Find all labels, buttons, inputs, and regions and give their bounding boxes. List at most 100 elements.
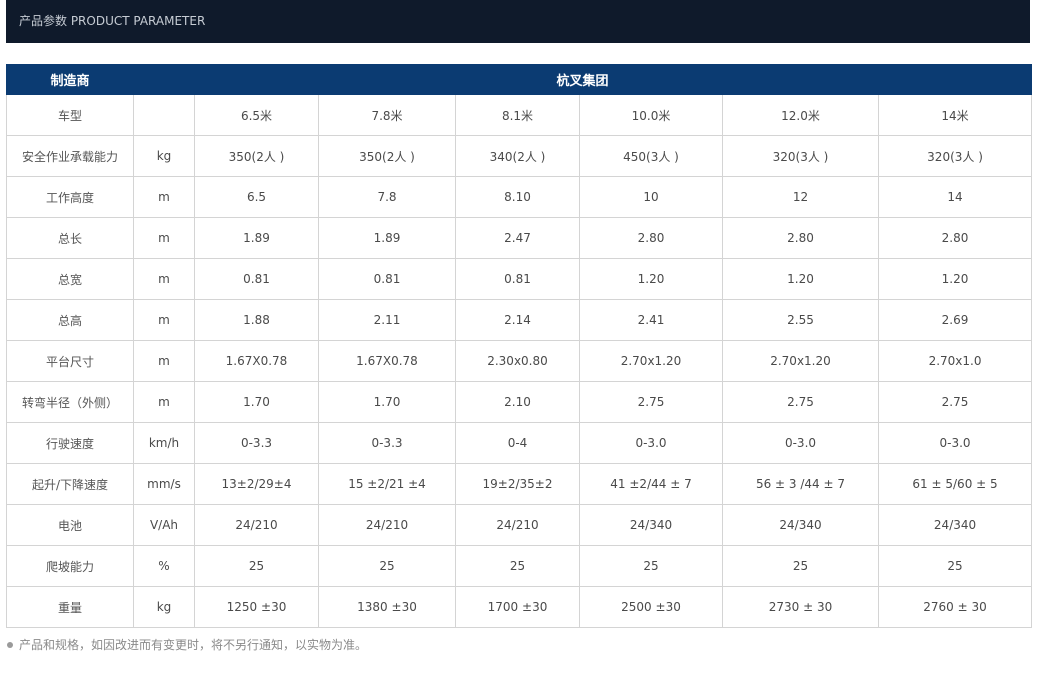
table-cell: 340(2人 ) — [455, 135, 580, 177]
table-cell: 14 — [877, 176, 1033, 218]
table-cell: 1380 ±30 — [318, 586, 456, 628]
table-cell: 1.88 — [194, 299, 319, 341]
manufacturer-label: 制造商 — [6, 64, 134, 95]
row-label: 车型 — [6, 94, 134, 136]
table-cell: 2.75 — [579, 381, 723, 423]
table-cell: 24/210 — [318, 504, 456, 546]
table-cell: 25 — [318, 545, 456, 587]
table-row: 起升/下降速度 mm/s 13±2/29±4 15 ±2/21 ±4 19±2/35±2… — [6, 463, 1033, 505]
table-cell: 2.55 — [722, 299, 879, 341]
table-cell: 2.14 — [455, 299, 580, 341]
table-cell: 7.8 — [318, 176, 456, 218]
table-cell: 2730 ± 30 — [722, 586, 879, 628]
manufacturer-value: 杭叉集团 — [132, 64, 1033, 95]
table-cell: 56 ± 3 /44 ± 7 — [722, 463, 879, 505]
table-cell: 25 — [194, 545, 319, 587]
table-cell: 0-3.0 — [722, 422, 879, 464]
table-cell: 24/210 — [455, 504, 580, 546]
table-cell: 6.5米 — [194, 94, 319, 136]
table-cell: 0.81 — [194, 258, 319, 300]
table-cell: 1.89 — [194, 217, 319, 259]
footnote-text: 产品和规格，如因改进而有变更时，将不另行通知，以实物为准。 — [19, 638, 368, 652]
table-cell: 320(3人 ) — [877, 135, 1033, 177]
table-row: 转弯半径（外侧） m 1.70 1.70 2.10 2.75 2.75 2.75 — [6, 381, 1033, 423]
row-label: 重量 — [6, 586, 134, 628]
table-cell: 7.8米 — [318, 94, 456, 136]
row-unit: % — [133, 545, 195, 587]
row-label: 起升/下降速度 — [6, 463, 134, 505]
row-label: 总宽 — [6, 258, 134, 300]
table-cell: 6.5 — [194, 176, 319, 218]
table-cell: 320(3人 ) — [722, 135, 879, 177]
table-cell: 13±2/29±4 — [194, 463, 319, 505]
table-cell: 2.70x1.20 — [579, 340, 723, 382]
table-cell: 10.0米 — [579, 94, 723, 136]
table-cell: 1250 ±30 — [194, 586, 319, 628]
table-cell: 41 ±2/44 ± 7 — [579, 463, 723, 505]
table-row: 总宽 m 0.81 0.81 0.81 1.20 1.20 1.20 — [6, 258, 1033, 300]
table-row: 安全作业承载能力 kg 350(2人 ) 350(2人 ) 340(2人 ) 450(3人… — [6, 135, 1033, 177]
table-cell: 2.70x1.0 — [877, 340, 1033, 382]
table-cell: 2.11 — [318, 299, 456, 341]
row-unit: V/Ah — [133, 504, 195, 546]
row-label: 总长 — [6, 217, 134, 259]
table-cell: 2.80 — [877, 217, 1033, 259]
table-row: 车型 6.5米 7.8米 8.1米 10.0米 12.0米 14米 — [6, 94, 1033, 136]
table-cell: 0.81 — [455, 258, 580, 300]
row-unit: kg — [133, 135, 195, 177]
table-cell: 24/340 — [722, 504, 879, 546]
table-cell: 2.75 — [877, 381, 1033, 423]
table-row: 重量 kg 1250 ±30 1380 ±30 1700 ±30 2500 ±30 2730… — [6, 586, 1033, 628]
table-cell: 8.10 — [455, 176, 580, 218]
row-unit: m — [133, 217, 195, 259]
table-cell: 10 — [579, 176, 723, 218]
section-title: 产品参数 PRODUCT PARAMETER — [19, 14, 206, 28]
table-cell: 1.20 — [877, 258, 1033, 300]
table-cell: 2760 ± 30 — [877, 586, 1033, 628]
row-unit: m — [133, 258, 195, 300]
row-unit: kg — [133, 586, 195, 628]
table-cell: 2.41 — [579, 299, 723, 341]
table-cell: 25 — [579, 545, 723, 587]
table-cell: 1.70 — [194, 381, 319, 423]
table-cell: 25 — [455, 545, 580, 587]
row-label: 平台尺寸 — [6, 340, 134, 382]
table-cell: 450(3人 ) — [579, 135, 723, 177]
table-cell: 1.89 — [318, 217, 456, 259]
table-cell: 2.80 — [579, 217, 723, 259]
table-cell: 19±2/35±2 — [455, 463, 580, 505]
table-cell: 12 — [722, 176, 879, 218]
table-cell: 0-3.3 — [318, 422, 456, 464]
table-cell: 2.70x1.20 — [722, 340, 879, 382]
table-cell: 25 — [877, 545, 1033, 587]
table-row: 总高 m 1.88 2.11 2.14 2.41 2.55 2.69 — [6, 299, 1033, 341]
section-header-bar: 产品参数 PRODUCT PARAMETER — [6, 0, 1030, 43]
row-label: 安全作业承载能力 — [6, 135, 134, 177]
table-row: 电池 V/Ah 24/210 24/210 24/210 24/340 24/340 24/3… — [6, 504, 1033, 546]
table-cell: 24/210 — [194, 504, 319, 546]
bullet-dot-icon — [7, 641, 13, 648]
row-unit: m — [133, 340, 195, 382]
row-label: 总高 — [6, 299, 134, 341]
table-row: 平台尺寸 m 1.67X0.78 1.67X0.78 2.30x0.80 2.70x1.2… — [6, 340, 1033, 382]
table-row: 工作高度 m 6.5 7.8 8.10 10 12 14 — [6, 176, 1033, 218]
row-unit: m — [133, 299, 195, 341]
table-row: 行驶速度 km/h 0-3.3 0-3.3 0-4 0-3.0 0-3.0 0-3.0 — [6, 422, 1033, 464]
row-label: 电池 — [6, 504, 134, 546]
table-cell: 14米 — [877, 94, 1033, 136]
table-row: 爬坡能力% 25 25 25 25 25 25 — [6, 545, 1033, 587]
table-cell: 0-4 — [455, 422, 580, 464]
table-cell: 24/340 — [877, 504, 1033, 546]
table-cell: 2500 ±30 — [579, 586, 723, 628]
row-unit: m — [133, 176, 195, 218]
table-cell: 0-3.3 — [194, 422, 319, 464]
row-label: 工作高度 — [6, 176, 134, 218]
table-cell: 2.47 — [455, 217, 580, 259]
row-unit: km/h — [133, 422, 195, 464]
row-unit — [133, 94, 195, 136]
table-cell: 0-3.0 — [579, 422, 723, 464]
table-cell: 1.67X0.78 — [318, 340, 456, 382]
row-label: 转弯半径（外侧） — [6, 381, 134, 423]
table-cell: 2.69 — [877, 299, 1033, 341]
table-cell: 24/340 — [579, 504, 723, 546]
